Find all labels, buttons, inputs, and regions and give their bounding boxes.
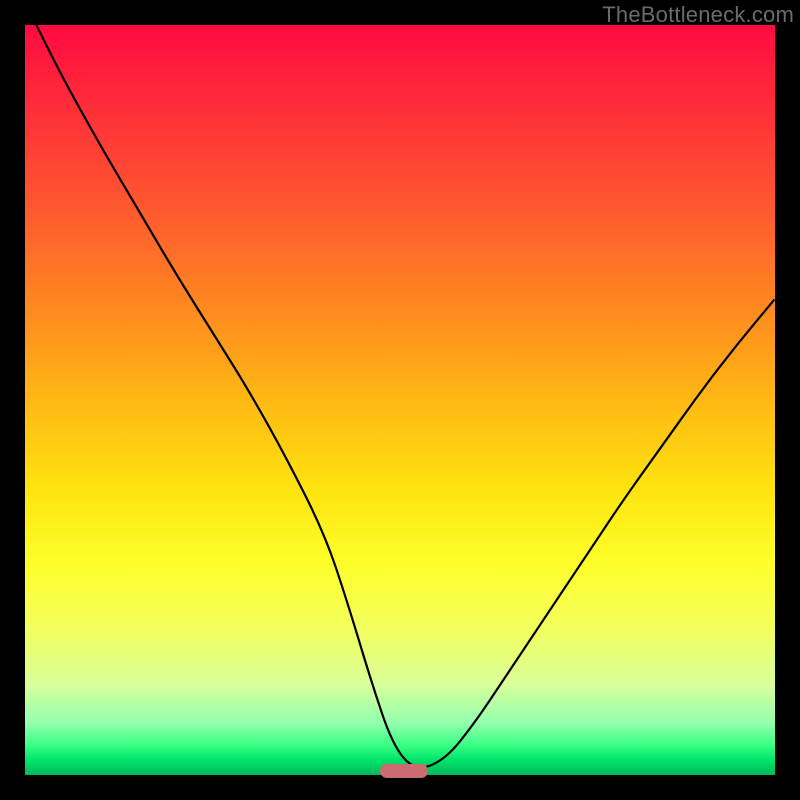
chart-frame: TheBottleneck.com [0,0,800,800]
plot-gradient-background [25,25,775,775]
watermark-text: TheBottleneck.com [602,2,794,28]
